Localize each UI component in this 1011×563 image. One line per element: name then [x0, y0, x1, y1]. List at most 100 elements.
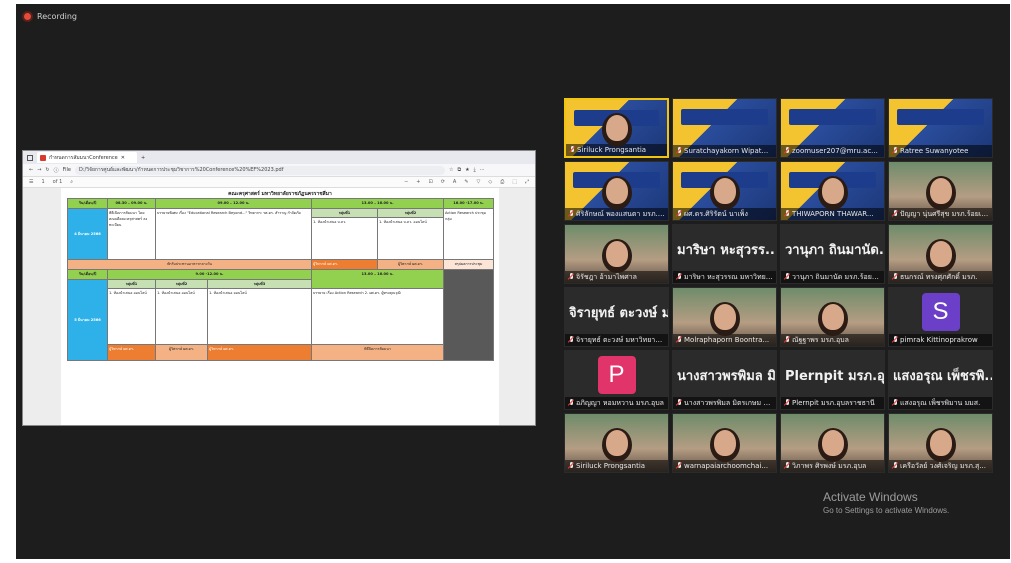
- contents-icon[interactable]: ☰: [29, 179, 33, 185]
- person-face: [713, 178, 736, 204]
- info-icon[interactable]: ⓘ: [54, 167, 59, 174]
- star-icon[interactable]: ☆: [449, 167, 453, 173]
- fullscreen-icon[interactable]: ⤢: [525, 179, 529, 185]
- participant-tile[interactable]: zoomuser207@mru.ac...: [780, 98, 885, 158]
- highlight-icon[interactable]: ▽: [477, 179, 481, 185]
- print-icon[interactable]: ⎙: [500, 179, 504, 185]
- zoom-in-icon[interactable]: +: [416, 179, 420, 185]
- participant-tile[interactable]: ปัญญา นุ่นศรีสุข มรภ.ร้อยเอ็ด: [888, 161, 993, 221]
- page-total: of 1: [52, 179, 63, 185]
- fit-page-icon[interactable]: ⊡: [428, 179, 432, 185]
- participant-tile[interactable]: Siriluck Prongsantia: [564, 413, 669, 473]
- pdf-viewer[interactable]: คณะครุศาสตร์ มหาวิทยาลัยราชภัฏนครราชสีมา…: [23, 188, 535, 425]
- person-face: [605, 241, 628, 267]
- zoom-out-icon[interactable]: −: [404, 179, 408, 185]
- back-icon[interactable]: ←: [29, 167, 33, 173]
- more-icon[interactable]: ⋯: [480, 167, 485, 173]
- participant-display-name: มาริษา หะสุวรร...: [677, 242, 776, 258]
- participant-label: Plernpit มรภ.อุบลราชธานี: [781, 397, 884, 409]
- participant-name: warnapaiarchoomchai...: [684, 462, 769, 470]
- avatar: P: [597, 356, 636, 394]
- participant-tile[interactable]: THIWAPORN THAWAR...: [780, 161, 885, 221]
- draw-icon[interactable]: ✎: [464, 179, 468, 185]
- participant-tile[interactable]: แสงอรุณ เพ็ชรพิ... แสงอรุณ เพ็ชรพิมาน มมส…: [888, 350, 993, 410]
- favorites-icon[interactable]: ★: [465, 167, 469, 173]
- url-field[interactable]: D:/วิจัยการศูนย์และพัฒนา/กำหนดการประชุมว…: [75, 165, 445, 175]
- muted-mic-icon: [892, 399, 898, 407]
- day1-date: 4 มีนาคม 2566: [67, 208, 108, 260]
- day2-g2-text: 1. ห้องนำเสนอ ออนไลน์: [155, 288, 208, 345]
- page-number[interactable]: 1: [41, 179, 44, 185]
- avatar: S: [921, 293, 960, 331]
- participant-tile[interactable]: วานุภา ถินมานัด... วานุภา ถินมานัด มรภ.ร้…: [780, 224, 885, 284]
- muted-mic-icon: [892, 210, 898, 218]
- participant-tile[interactable]: P อภิญญา หอมหวาน มรภ.อุบล: [564, 350, 669, 410]
- address-bar: ← → ↻ ⓘ File D:/วิจัยการศูนย์และพัฒนา/กำ…: [23, 164, 535, 177]
- participant-tile[interactable]: warnapaiarchoomchai...: [672, 413, 777, 473]
- participant-tile[interactable]: Molraphaporn Boontra...: [672, 287, 777, 347]
- browser-tab[interactable]: กำหนดการสัมมนาConference ✕: [37, 152, 137, 163]
- participant-name: Siriluck Prongsantia: [576, 462, 646, 470]
- rotate-icon[interactable]: ⟳: [441, 179, 445, 185]
- muted-mic-icon: [892, 273, 898, 281]
- participant-name: zoomuser207@mru.ac...: [792, 147, 878, 155]
- participant-tile[interactable]: ผศ.ดร.ศิริรัตน์ นาเพ็ง: [672, 161, 777, 221]
- participant-label: นางสาวพรพิมล มิตรเกษม ม...: [673, 397, 776, 409]
- participant-name: แสงอรุณ เพ็ชรพิมาน มมส.: [900, 398, 981, 407]
- tab-close-icon[interactable]: ✕: [121, 155, 125, 161]
- muted-mic-icon: [568, 462, 574, 470]
- participant-name: มาริษา หะสุวรรณ มหาวิทยาลัย: [684, 272, 773, 281]
- participant-display-name: จิรายุทธ์ ตะวงษ์ ม...: [569, 305, 668, 321]
- participant-label: pimrak Kittinoprakrow: [889, 334, 992, 346]
- shared-screen[interactable]: กำหนดการสัมมนาConference ✕ + ← → ↻ ⓘ Fil…: [22, 150, 536, 426]
- participant-tile[interactable]: Ratree Suwanyotee: [888, 98, 993, 158]
- read-aloud-icon[interactable]: A: [453, 179, 456, 185]
- participant-tile[interactable]: จิรายุทธ์ ตะวงษ์ ม... จิรายุทธ์ ตะวงษ์ มห…: [564, 287, 669, 347]
- erase-icon[interactable]: ◇: [488, 179, 492, 185]
- participant-tile[interactable]: นางสาวพรพิมล มิ... นางสาวพรพิมล มิตรเกษม …: [672, 350, 777, 410]
- slot-0830: 08.30 – 09.00 น.: [107, 198, 156, 209]
- day1-g1-text: 1. ห้องนำเสนอ บ.ลว.: [311, 217, 378, 260]
- conference-banner: [681, 109, 768, 125]
- person-face: [929, 430, 952, 456]
- participant-name: Siriluck Prongsantia: [577, 146, 647, 154]
- participant-tile[interactable]: วิภาพร ศิรพงษ์ มรภ.อุบล: [780, 413, 885, 473]
- day2-footer: พิธีปิดการสัมมนา: [310, 344, 445, 361]
- conference-banner: [789, 109, 876, 125]
- participant-label: Ratree Suwanyotee: [889, 145, 992, 157]
- forward-icon[interactable]: →: [37, 167, 41, 173]
- participant-label: วานุภา ถินมานัด มรภ.ร้อยเอ็ด: [781, 271, 884, 283]
- new-tab-icon[interactable]: +: [141, 155, 145, 161]
- save-icon[interactable]: ⬚: [512, 179, 517, 185]
- participant-tile[interactable]: Plernpit มรภ.อุบ... Plernpit มรภ.อุบลราชธ…: [780, 350, 885, 410]
- download-icon[interactable]: ⤓: [474, 167, 476, 173]
- participant-tile[interactable]: ณัฐฐาพร มรภ.อุบล: [780, 287, 885, 347]
- participant-name: วานุภา ถินมานัด มรภ.ร้อยเอ็ด: [792, 272, 881, 281]
- keynote-cell: บรรยายพิเศษ เรื่อง "Educational Research…: [155, 208, 312, 260]
- muted-mic-icon: [784, 399, 790, 407]
- window-menu-icon[interactable]: [27, 154, 33, 161]
- participant-tile[interactable]: มาริษา หะสุวรร... มาริษา หะสุวรรณ มหาวิทย…: [672, 224, 777, 284]
- participant-name: Plernpit มรภ.อุบลราชธานี: [792, 398, 875, 407]
- participant-tile[interactable]: เครือวัลย์ วงศ์เจริญ มรภ.สุ...: [888, 413, 993, 473]
- extensions-icon[interactable]: ⧉: [457, 167, 461, 173]
- participant-label: มาริษา หะสุวรรณ มหาวิทยาลัย: [673, 271, 776, 283]
- summary-cell: สรุปผลการประชุม: [443, 259, 495, 270]
- muted-mic-icon: [676, 462, 682, 470]
- participant-label: zoomuser207@mru.ac...: [781, 145, 884, 157]
- participant-name: ศิริลักษณ์ พองแสนตา มรภ.อุบล: [576, 209, 665, 218]
- participant-tile[interactable]: Suratchayakorn Wipat...: [672, 98, 777, 158]
- participant-tile[interactable]: ธนกรณ์ ทรงศุภศักดิ์ มรภ.: [888, 224, 993, 284]
- participant-tile[interactable]: ศิริลักษณ์ พองแสนตา มรภ.อุบล: [564, 161, 669, 221]
- search-icon[interactable]: ⌕: [70, 179, 73, 185]
- day2-g1-text: 1. ห้องนำเสนอ ออนไลน์: [107, 288, 156, 345]
- participant-name: อภิญญา หอมหวาน มรภ.อุบล: [576, 398, 664, 407]
- muted-mic-icon: [784, 273, 790, 281]
- participant-tile[interactable]: Siriluck Prongsantia: [564, 98, 669, 158]
- participant-tile[interactable]: จิรัชฎา อ้ามาไพศาล: [564, 224, 669, 284]
- participant-display-name: Plernpit มรภ.อุบ...: [785, 368, 884, 384]
- pdf-page: คณะครุศาสตร์ มหาวิทยาลัยราชภัฏนครราชสีมา…: [61, 188, 499, 425]
- participant-tile[interactable]: Spimrak Kittinoprakrow: [888, 287, 993, 347]
- participant-name: ปัญญา นุ่นศรีสุข มรภ.ร้อยเอ็ด: [900, 209, 989, 218]
- reload-icon[interactable]: ↻: [45, 167, 49, 173]
